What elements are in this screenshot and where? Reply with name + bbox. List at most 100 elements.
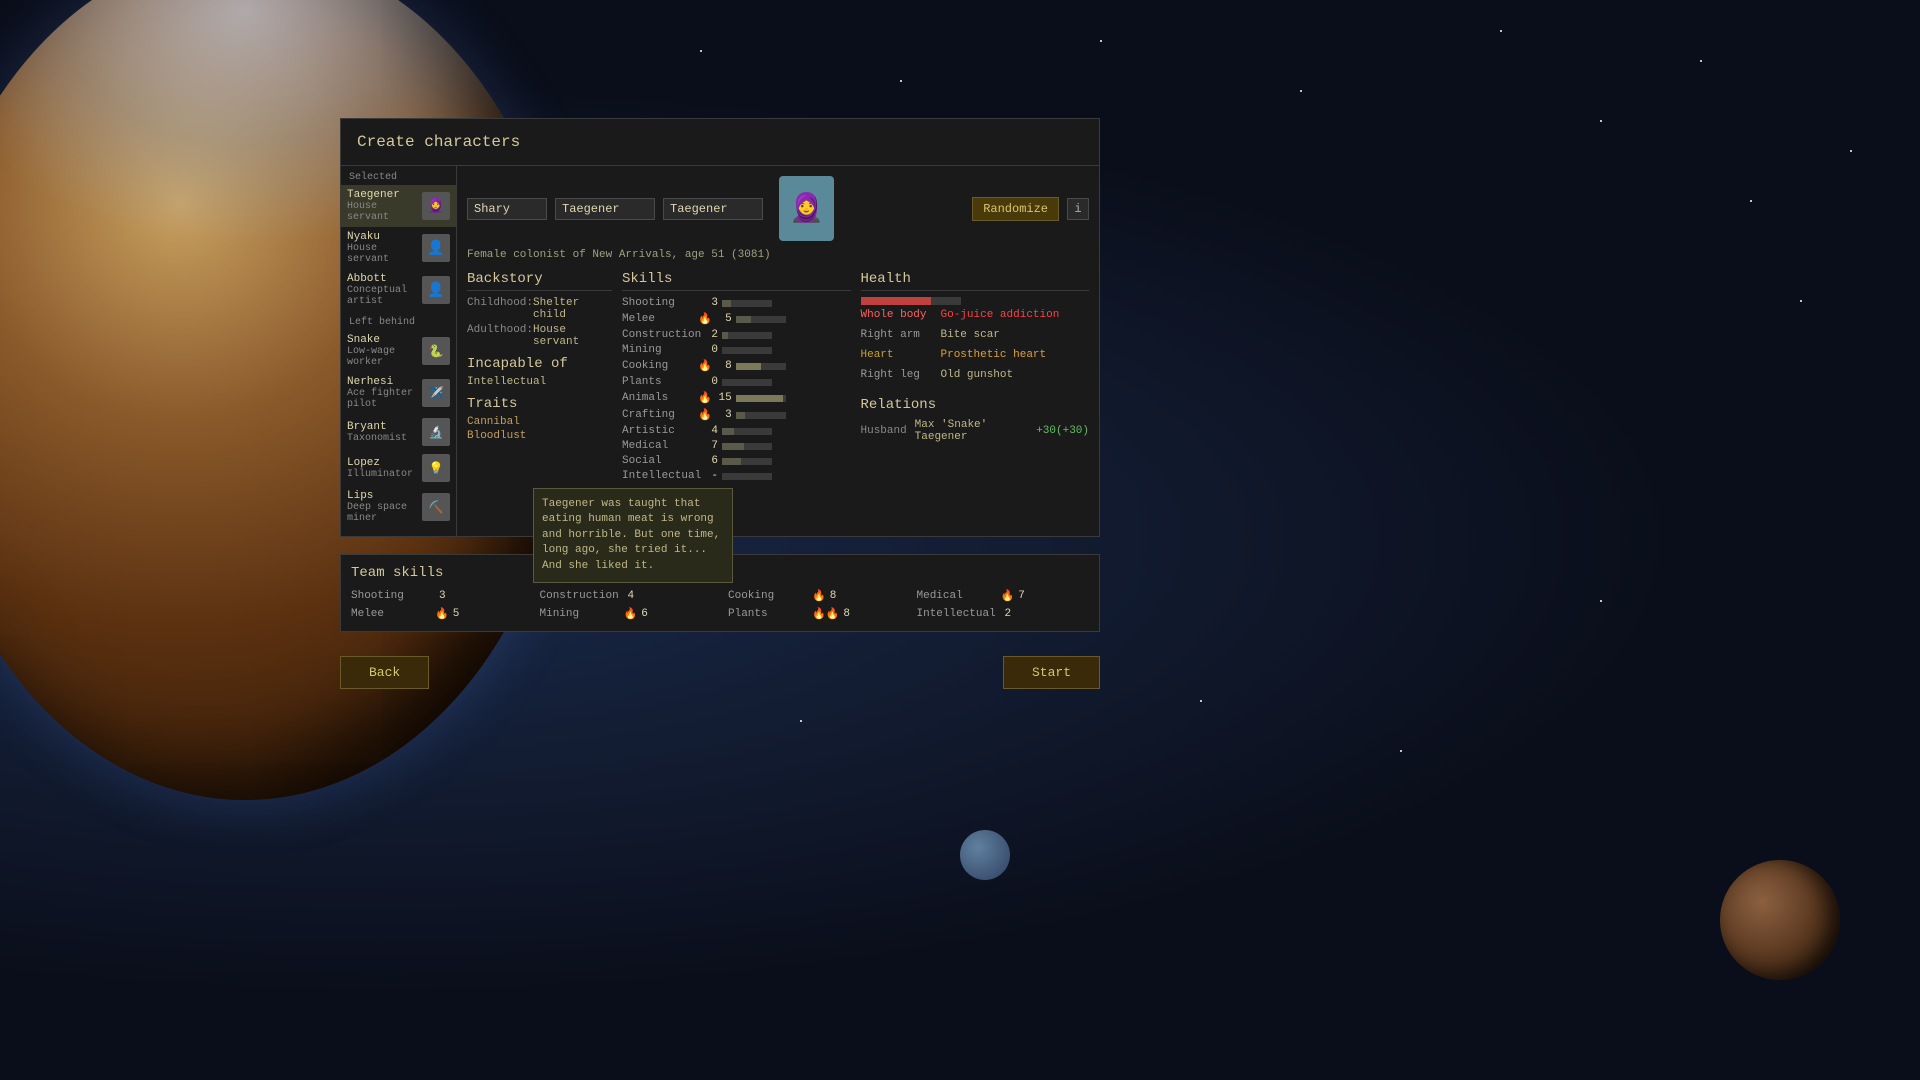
skill-shooting-name: Shooting (622, 297, 694, 309)
health-rightarm: Right arm Bite scar (861, 329, 1090, 341)
skill-social: Social 6 (622, 455, 851, 467)
panels-row: Backstory Childhood: Shelter child Adult… (467, 271, 1089, 485)
first-name-input[interactable] (467, 198, 547, 220)
skill-melee: Melee 🔥 5 (622, 312, 851, 326)
char-lopez-name: Lopez (347, 457, 418, 469)
skill-construction: Construction 2 (622, 329, 851, 341)
skill-crafting-value: 3 (716, 409, 732, 421)
ts-cooking-icon: 🔥 (812, 589, 826, 603)
ts-shooting-val: 3 (439, 590, 446, 602)
char-item-snake[interactable]: Snake Low-wage worker 🐍 (341, 330, 456, 372)
char-taegener-text: Taegener House servant (347, 189, 418, 223)
bottom-buttons: Back Start (340, 656, 1100, 689)
ts-cooking-val: 8 (830, 590, 837, 602)
ts-mining-name: Mining (540, 608, 620, 620)
skills-section: Skills Shooting 3 Melee 🔥 5 Cons (622, 271, 851, 485)
skill-animals-name: Animals (622, 392, 694, 404)
team-skill-mining: Mining 🔥 6 (540, 607, 713, 621)
ts-mining-val: 6 (641, 608, 648, 620)
ts-medical-name: Medical (917, 590, 997, 602)
ts-intellectual-name: Intellectual (917, 608, 997, 620)
skills-title: Skills (622, 271, 851, 291)
start-button[interactable]: Start (1003, 656, 1100, 689)
skill-shooting-bar (722, 300, 772, 307)
selected-label: Selected (341, 166, 456, 185)
skill-melee-name: Melee (622, 313, 694, 325)
childhood-value: Shelter child (533, 297, 612, 321)
skill-intellectual-bar (722, 473, 772, 480)
condition-prosthetic: Prosthetic heart (941, 349, 1047, 361)
ts-plants-val: 8 (843, 608, 850, 620)
char-item-nyaku[interactable]: Nyaku House servant 👤 (341, 227, 456, 269)
ts-melee-icon: 🔥 (435, 607, 449, 621)
skill-melee-icon: 🔥 (698, 312, 712, 326)
condition-gojuice: Go-juice addiction (941, 309, 1060, 321)
skill-mining-name: Mining (622, 344, 694, 356)
relation-name: Max 'Snake' Taegener (915, 419, 1031, 443)
char-item-lips[interactable]: Lips Deep space miner ⛏️ (341, 486, 456, 528)
skill-cooking: Cooking 🔥 8 (622, 359, 851, 373)
skill-mining-value: 0 (702, 344, 718, 356)
window-title-text: Create characters (357, 133, 520, 151)
skill-plants-name: Plants (622, 376, 694, 388)
team-skill-melee: Melee 🔥 5 (351, 607, 524, 621)
condition-bitescar: Bite scar (941, 329, 1000, 341)
skill-mining: Mining 0 (622, 344, 851, 356)
star (1600, 600, 1602, 602)
char-bryant-avatar: 🔬 (422, 418, 450, 446)
char-nyaku-text: Nyaku House servant (347, 231, 418, 265)
health-bar-wholebody (861, 297, 961, 305)
char-item-bryant[interactable]: Bryant Taxonomist 🔬 (341, 414, 456, 450)
ts-medical-icon: 🔥 (1001, 589, 1015, 603)
char-lips-text: Lips Deep space miner (347, 490, 418, 524)
skill-melee-bar (736, 316, 786, 323)
skill-construction-bar (722, 332, 772, 339)
health-heart: Heart Prosthetic heart (861, 349, 1090, 361)
char-item-nerhesi[interactable]: Nerhesi Ace fighter pilot ✈️ (341, 372, 456, 414)
info-button[interactable]: i (1067, 198, 1089, 220)
char-nerhesi-role: Ace fighter pilot (347, 388, 418, 410)
team-skill-construction: Construction 4 (540, 589, 713, 603)
char-lopez-role: Illuminator (347, 469, 418, 480)
skill-animals: Animals 🔥 15 (622, 391, 851, 405)
char-item-taegener[interactable]: Taegener House servant 🧕 (341, 185, 456, 227)
team-skill-shooting: Shooting 3 (351, 589, 524, 603)
health-section: Health Whole body Go-juice addiction Rig… (861, 271, 1090, 485)
char-taegener-name: Taegener (347, 189, 418, 201)
skill-medical-value: 7 (702, 440, 718, 452)
char-item-abbott[interactable]: Abbott Conceptual artist 👤 (341, 269, 456, 311)
main-window: Create characters Selected Taegener Hous… (340, 118, 1100, 537)
body-part-rightleg: Right leg (861, 369, 931, 381)
char-abbott-avatar: 👤 (422, 276, 450, 304)
star (800, 720, 802, 722)
trait-tooltip: Taegener was taught that eating human me… (533, 488, 733, 583)
skill-plants-value: 0 (702, 376, 718, 388)
char-item-lopez[interactable]: Lopez Illuminator 💡 (341, 450, 456, 486)
back-button[interactable]: Back (340, 656, 429, 689)
skill-artistic-bar (722, 428, 772, 435)
ts-mining-icon: 🔥 (624, 607, 638, 621)
skill-intellectual-name: Intellectual (622, 470, 694, 482)
relation-value: +30(+30) (1036, 425, 1089, 437)
adulthood-value: House servant (533, 324, 612, 348)
skill-animals-bar (736, 395, 786, 402)
team-skill-cooking: Cooking 🔥 8 (728, 589, 901, 603)
skill-construction-value: 2 (702, 329, 718, 341)
health-conditions: Whole body Go-juice addiction Right arm … (861, 309, 1090, 385)
char-nerhesi-avatar: ✈️ (422, 379, 450, 407)
trait-cannibal[interactable]: Cannibal (467, 416, 612, 428)
body-part-rightarm: Right arm (861, 329, 931, 341)
char-lopez-text: Lopez Illuminator (347, 457, 418, 480)
skill-shooting-value: 3 (702, 297, 718, 309)
nick-name-input[interactable] (663, 198, 763, 220)
relation-husband: Husband Max 'Snake' Taegener +30(+30) (861, 419, 1090, 443)
randomize-button[interactable]: Randomize (972, 197, 1059, 221)
trait-bloodlust[interactable]: Bloodlust Taegener was taught that eatin… (467, 430, 612, 442)
star (1700, 60, 1702, 62)
character-portrait: 🧕 (779, 176, 834, 241)
childhood-row: Childhood: Shelter child (467, 297, 612, 321)
last-name-input[interactable] (555, 198, 655, 220)
skill-medical: Medical 7 (622, 440, 851, 452)
char-bryant-name: Bryant (347, 421, 418, 433)
star (700, 50, 702, 52)
